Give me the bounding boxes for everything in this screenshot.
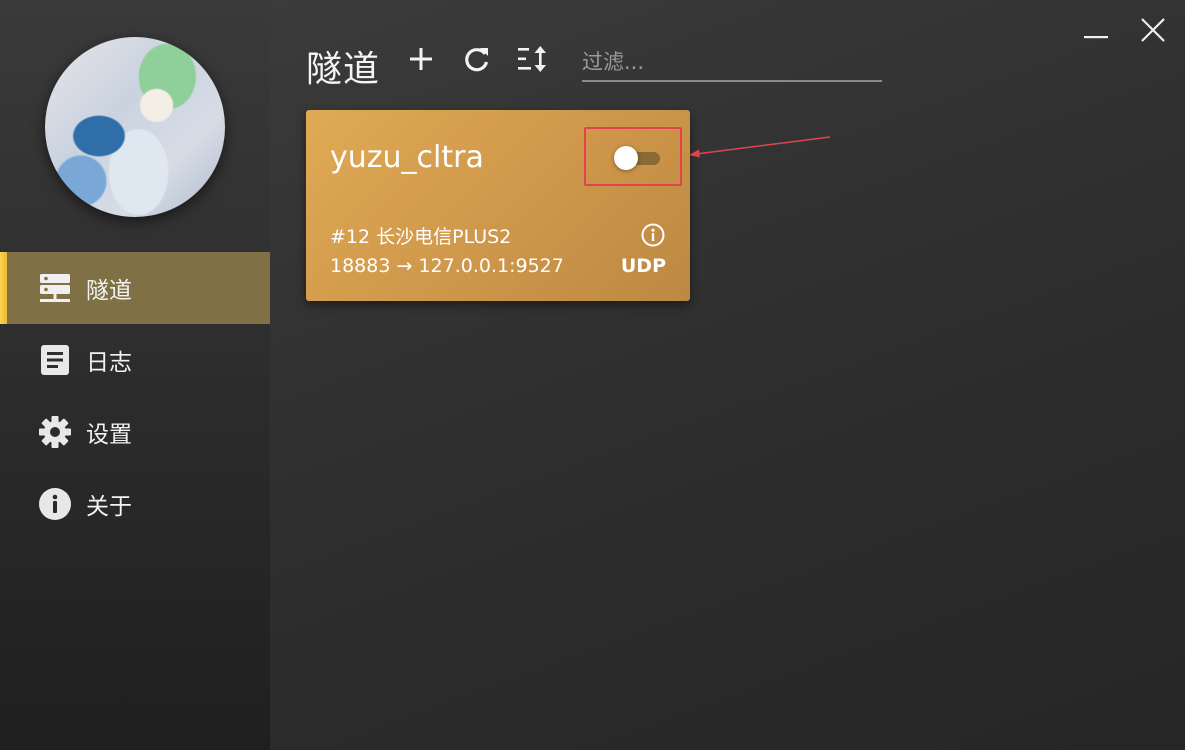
sidebar-item-about[interactable]: 关于	[0, 468, 270, 540]
sort-icon	[517, 45, 549, 77]
close-icon	[1139, 16, 1167, 48]
annotation-arrow-icon	[689, 136, 831, 158]
sidebar-item-logs[interactable]: 日志	[0, 324, 270, 396]
add-icon	[408, 46, 434, 76]
filter-field	[582, 46, 882, 82]
sidebar-item-settings[interactable]: 设置	[0, 396, 270, 468]
page-title: 隧道	[306, 49, 381, 90]
sidebar: 隧道 日志 设置 关于	[0, 0, 270, 750]
tunnel-protocol: UDP	[620, 255, 666, 277]
server-icon	[38, 271, 72, 305]
minimize-button[interactable]	[1079, 15, 1113, 49]
log-icon	[38, 343, 72, 377]
refresh-icon	[463, 45, 491, 77]
tunnel-name: yuzu_cltra	[330, 140, 484, 175]
gear-icon	[38, 415, 72, 449]
minimize-icon	[1082, 16, 1110, 48]
tunnel-mapping: 18883 → 127.0.0.1:9527	[330, 255, 564, 277]
sidebar-item-label: 设置	[86, 422, 132, 448]
close-button[interactable]	[1136, 15, 1170, 49]
info-icon	[38, 487, 72, 521]
sidebar-item-label: 日志	[86, 350, 132, 376]
sidebar-nav: 隧道 日志 设置 关于	[0, 252, 270, 540]
tunnel-node: #12 长沙电信PLUS2	[330, 226, 512, 248]
add-tunnel-button[interactable]	[404, 44, 438, 78]
sort-button[interactable]	[516, 44, 550, 78]
info-icon[interactable]	[640, 222, 666, 248]
refresh-button[interactable]	[460, 44, 494, 78]
toggle-highlight-box	[584, 127, 682, 186]
sidebar-item-label: 关于	[86, 494, 132, 520]
sidebar-item-tunnels[interactable]: 隧道	[0, 252, 270, 324]
avatar[interactable]	[45, 37, 225, 217]
filter-input[interactable]	[582, 46, 882, 78]
sidebar-item-label: 隧道	[86, 278, 132, 304]
